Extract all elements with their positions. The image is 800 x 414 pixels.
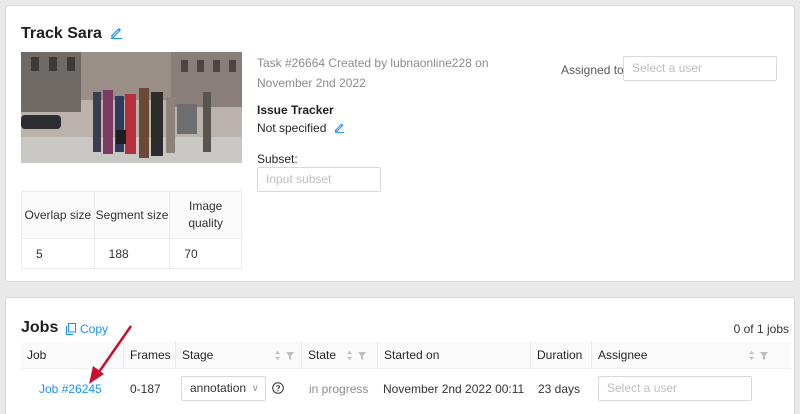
subset-label: Subset: bbox=[257, 152, 298, 166]
overlap-size-header: Overlap size bbox=[21, 191, 95, 239]
task-title: Track Sara bbox=[21, 25, 102, 42]
job-state: in progress bbox=[309, 382, 369, 396]
task-params-table: Overlap size Segment size Image quality … bbox=[21, 191, 242, 269]
image-quality-value: 70 bbox=[169, 238, 242, 269]
task-details-card: Track Sara Overlap size Segment size Ima… bbox=[5, 5, 795, 282]
job-duration: 23 days bbox=[538, 382, 581, 396]
state-sort-filter-icon[interactable] bbox=[346, 350, 368, 361]
jobs-count: 0 of 1 jobs bbox=[733, 322, 789, 336]
column-state-label: State bbox=[308, 348, 337, 362]
assignee-sort-filter-icon[interactable] bbox=[748, 350, 770, 361]
copy-icon bbox=[66, 323, 76, 335]
column-frames[interactable]: Frames bbox=[123, 342, 175, 369]
task-preview-image bbox=[21, 52, 242, 163]
job-link[interactable]: Job #26245 bbox=[39, 382, 102, 396]
job-stage-value: annotation bbox=[190, 381, 247, 395]
job-frames: 0-187 bbox=[130, 382, 161, 396]
task-meta-text: Task #26664 Created by lubnaonline228 on… bbox=[257, 56, 489, 90]
question-circle-icon[interactable] bbox=[272, 382, 284, 394]
subset-input[interactable]: Input subset bbox=[257, 167, 381, 192]
issue-tracker-value: Not specified bbox=[257, 121, 327, 135]
jobs-title: Jobs bbox=[21, 319, 59, 336]
job-stage-select[interactable]: annotation ∨ bbox=[181, 376, 266, 401]
column-assignee[interactable]: Assignee bbox=[591, 342, 791, 369]
stage-sort-filter-icon[interactable] bbox=[274, 350, 296, 361]
column-stage[interactable]: Stage bbox=[175, 342, 301, 369]
segment-size-header: Segment size bbox=[93, 191, 171, 239]
column-stage-label: Stage bbox=[182, 348, 214, 362]
column-assignee-label: Assignee bbox=[598, 348, 648, 362]
jobs-card: Jobs Copy 0 of 1 jobs Job Frames Stage S… bbox=[5, 297, 795, 414]
copy-button[interactable]: Copy bbox=[66, 322, 108, 336]
issue-tracker-label: Issue Tracker bbox=[257, 103, 334, 117]
job-started-on: November 2nd 2022 00:11 bbox=[383, 382, 525, 396]
image-quality-header: Image quality bbox=[169, 191, 242, 239]
task-assignee-select[interactable]: Select a user bbox=[623, 56, 777, 81]
edit-title-icon[interactable] bbox=[110, 26, 123, 39]
issue-tracker-row: Not specified bbox=[257, 121, 345, 135]
column-started-on[interactable]: Started on bbox=[377, 342, 530, 369]
copy-label: Copy bbox=[80, 322, 109, 336]
column-state[interactable]: State bbox=[301, 342, 377, 369]
task-title-row: Track Sara bbox=[21, 25, 123, 43]
column-duration[interactable]: Duration bbox=[530, 342, 591, 369]
jobs-table-header: Job Frames Stage State Started on Durati… bbox=[21, 342, 791, 369]
assigned-to-label: Assigned to bbox=[561, 63, 624, 77]
edit-issue-tracker-icon[interactable] bbox=[334, 122, 345, 133]
column-job[interactable]: Job bbox=[21, 342, 123, 369]
chevron-down-icon: ∨ bbox=[251, 383, 259, 394]
segment-size-value: 188 bbox=[93, 238, 171, 269]
job-assignee-select[interactable]: Select a user bbox=[598, 376, 752, 401]
overlap-size-value: 5 bbox=[21, 238, 95, 269]
